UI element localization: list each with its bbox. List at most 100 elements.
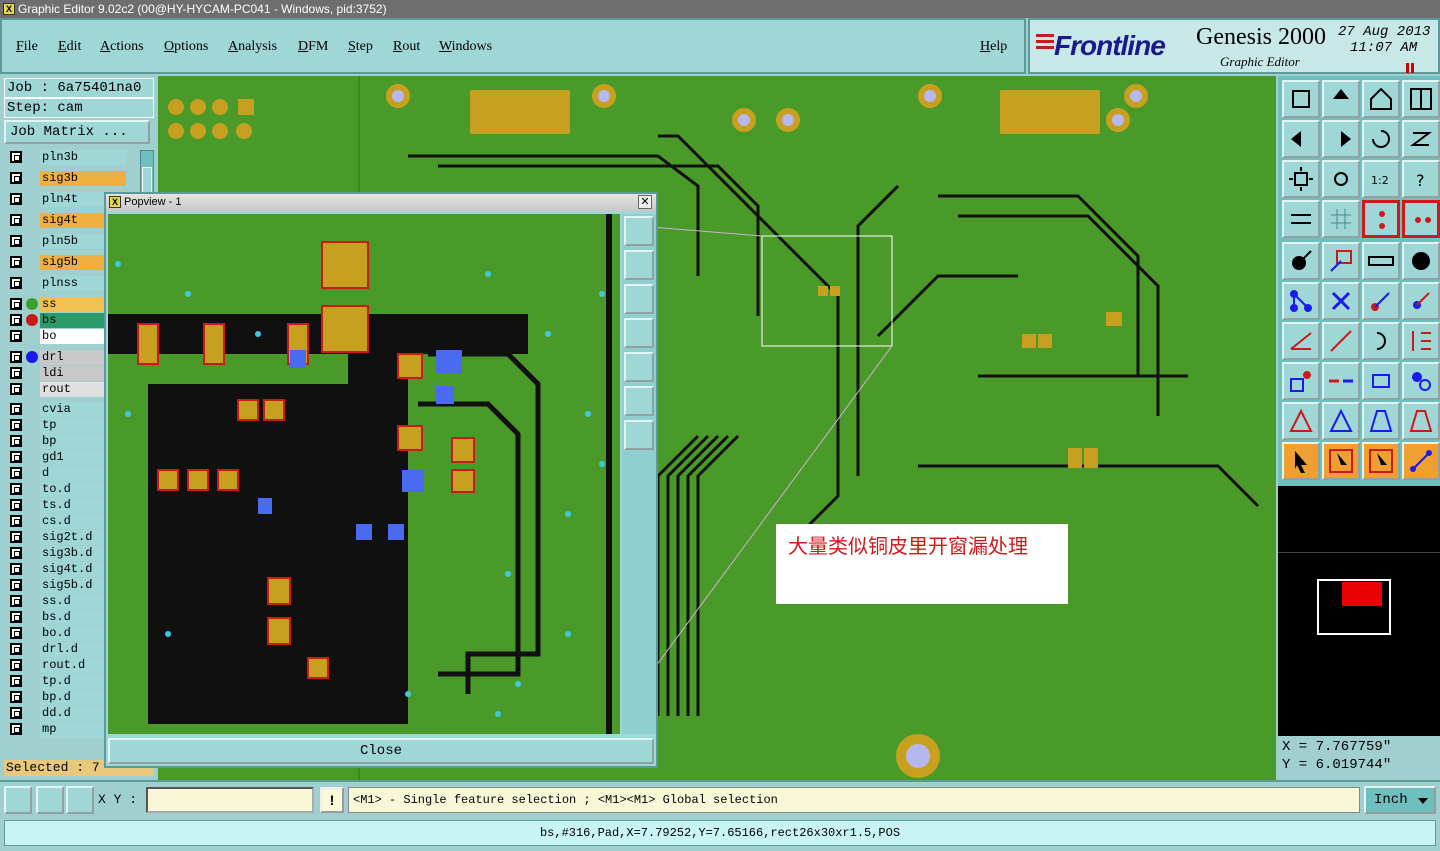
layer-checkbox[interactable] [10, 172, 22, 184]
popview-pan-down-icon[interactable] [624, 284, 654, 314]
scale-one-to-two-icon[interactable]: 1:2 [1362, 160, 1400, 198]
layer-checkbox[interactable] [10, 499, 22, 511]
layer-checkbox[interactable] [10, 579, 22, 591]
pause-icon[interactable] [1406, 60, 1416, 73]
surface-icon[interactable] [1362, 402, 1400, 440]
polygon-red-icon[interactable] [1282, 402, 1320, 440]
menu-analysis[interactable]: Analysis [228, 39, 277, 55]
menu-dfm[interactable]: DFM [298, 39, 328, 55]
cross-delete-icon[interactable] [1322, 282, 1360, 320]
layer-checkbox[interactable] [10, 435, 22, 447]
angle-measure-icon[interactable] [36, 786, 64, 814]
popview-pan-right-icon[interactable] [624, 352, 654, 382]
layer-checkbox[interactable] [10, 483, 22, 495]
pan-up-icon[interactable] [1322, 80, 1360, 118]
popview-canvas[interactable] [108, 214, 620, 734]
layer-status-icon[interactable] [26, 351, 38, 363]
layer-checkbox[interactable] [10, 451, 22, 463]
pointer-select-icon[interactable] [1282, 442, 1320, 480]
layer-checkbox[interactable] [10, 235, 22, 247]
layer-checkbox[interactable] [10, 547, 22, 559]
add-pad-icon[interactable] [1282, 362, 1320, 400]
home-view-icon[interactable] [1362, 80, 1400, 118]
layer-checkbox[interactable] [10, 351, 22, 363]
pointer-net-icon[interactable] [1402, 442, 1440, 480]
layer-checkbox[interactable] [10, 277, 22, 289]
pad-shape-icon[interactable] [1402, 242, 1440, 280]
snap-center-icon[interactable] [1402, 200, 1440, 238]
layer-checkbox[interactable] [10, 151, 22, 163]
pointer-box-icon[interactable] [1322, 442, 1360, 480]
popview-pan-left-icon[interactable] [624, 318, 654, 348]
layer-checkbox[interactable] [10, 193, 22, 205]
grid-icon[interactable] [1322, 200, 1360, 238]
popview-title-bar[interactable]: X Popview - 1 ✕ [106, 194, 656, 211]
menu-windows[interactable]: Windows [439, 39, 492, 55]
layer-checkbox[interactable] [10, 707, 22, 719]
layer-checkbox[interactable] [10, 691, 22, 703]
menu-edit[interactable]: Edit [58, 39, 81, 55]
layer-status-icon[interactable] [26, 314, 38, 326]
pan-left-icon[interactable] [1282, 120, 1320, 158]
layer-name[interactable]: sig3b [40, 171, 126, 186]
move-feature-icon[interactable] [1362, 282, 1400, 320]
layer-checkbox[interactable] [10, 595, 22, 607]
dimension-icon[interactable] [1362, 362, 1400, 400]
split-line-icon[interactable] [1402, 322, 1440, 360]
layer-checkbox[interactable] [10, 214, 22, 226]
layer-checkbox[interactable] [10, 515, 22, 527]
layer-checkbox[interactable] [10, 627, 22, 639]
zoom-back-icon[interactable] [1362, 120, 1400, 158]
layer-checkbox[interactable] [10, 367, 22, 379]
fit-screen-icon[interactable] [1282, 160, 1320, 198]
draw-arc-icon[interactable] [1362, 322, 1400, 360]
popview-zoom-out-icon[interactable] [624, 420, 654, 450]
window-split-icon[interactable] [1402, 80, 1440, 118]
layer-checkbox[interactable] [10, 403, 22, 415]
menu-help[interactable]: Help [980, 39, 1007, 55]
xy-input[interactable] [146, 787, 314, 813]
layer-checkbox[interactable] [10, 563, 22, 575]
layer-checkbox[interactable] [10, 611, 22, 623]
popview-pan-up-icon[interactable] [624, 250, 654, 280]
layer-checkbox[interactable] [10, 723, 22, 735]
layer-checkbox[interactable] [10, 256, 22, 268]
select-area-icon[interactable] [1322, 242, 1360, 280]
job-matrix-button[interactable]: Job Matrix ... [4, 120, 150, 144]
layer-checkbox[interactable] [10, 419, 22, 431]
menu-actions[interactable]: Actions [100, 39, 144, 55]
draw-line-icon[interactable] [1322, 322, 1360, 360]
measure-tool-icon[interactable] [1282, 200, 1320, 238]
popview-close-icon[interactable]: ✕ [638, 195, 652, 209]
help-query-icon[interactable]: ? [1402, 160, 1440, 198]
surface-edit-icon[interactable] [1402, 402, 1440, 440]
layer-checkbox[interactable] [10, 314, 22, 326]
popview-zoom-home-icon[interactable] [624, 216, 654, 246]
cut-line-icon[interactable] [1322, 362, 1360, 400]
layer-checkbox[interactable] [10, 531, 22, 543]
popview-close-button[interactable]: Close [108, 738, 654, 764]
layer-checkbox[interactable] [10, 383, 22, 395]
layer-checkbox[interactable] [10, 659, 22, 671]
grid-toggle-icon[interactable] [66, 786, 94, 814]
alert-button[interactable]: ! [320, 787, 344, 813]
zoom-home-icon[interactable] [1282, 80, 1320, 118]
unit-selector[interactable]: Inch [1364, 786, 1436, 814]
layer-checkbox[interactable] [10, 643, 22, 655]
layer-name[interactable]: pln3b [40, 150, 126, 165]
copy-feature-icon[interactable] [1402, 282, 1440, 320]
snap-grid-icon[interactable] [4, 786, 32, 814]
popview-zoom-in-icon[interactable] [624, 386, 654, 416]
layer-checkbox[interactable] [10, 330, 22, 342]
polygon-blue-icon[interactable] [1322, 402, 1360, 440]
snap-mode-icon[interactable] [1362, 200, 1400, 238]
layer-checkbox[interactable] [10, 467, 22, 479]
pointer-frame-icon[interactable] [1362, 442, 1400, 480]
overview-map[interactable] [1278, 486, 1440, 736]
net-connect-icon[interactable] [1282, 282, 1320, 320]
ruler-icon[interactable] [1362, 242, 1400, 280]
select-feature-icon[interactable] [1282, 242, 1320, 280]
layer-status-icon[interactable] [26, 298, 38, 310]
menu-rout[interactable]: Rout [393, 39, 420, 55]
group-shapes-icon[interactable] [1402, 362, 1440, 400]
